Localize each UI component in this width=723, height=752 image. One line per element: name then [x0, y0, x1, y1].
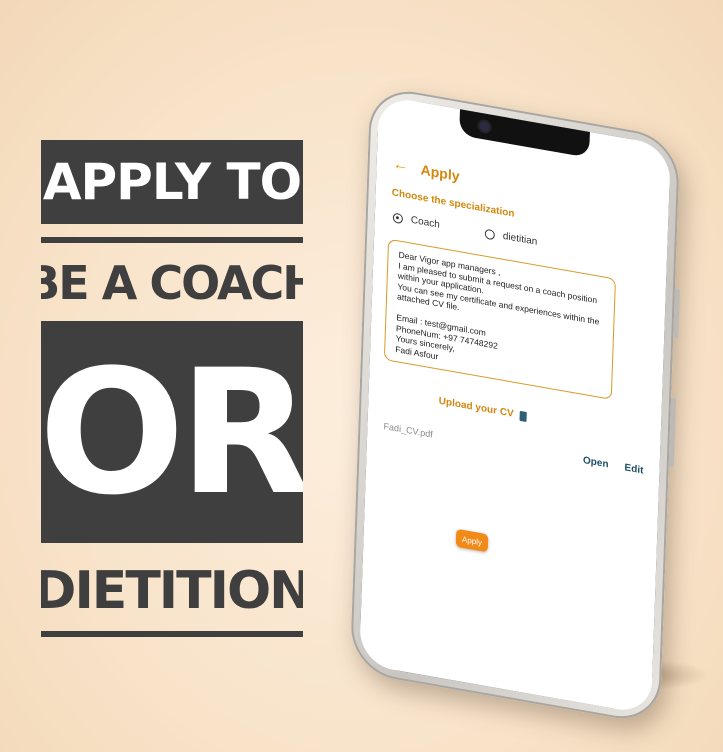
- apply-button[interactable]: Apply: [455, 528, 489, 553]
- phone-screen: ← Apply Choose the specialization Coach …: [359, 94, 671, 716]
- arrow-left-icon[interactable]: ←: [392, 155, 409, 176]
- radio-unselected-icon[interactable]: [484, 228, 496, 240]
- phone-frame: ← Apply Choose the specialization Coach …: [349, 84, 681, 726]
- headline-or: OR: [41, 321, 303, 543]
- open-file-button[interactable]: Open: [583, 455, 609, 470]
- headline-dietition: DIETITION: [41, 561, 303, 621]
- upload-cv-label: Upload your CV: [438, 395, 514, 420]
- attached-file-row: Fadi_CV.pdf Open Edit: [383, 420, 644, 477]
- divider-rule: [41, 631, 303, 637]
- upload-cv-button[interactable]: Upload your CV: [439, 396, 527, 422]
- radio-selected-icon[interactable]: [392, 212, 404, 224]
- headline-apply-to: APPLY TO: [41, 140, 303, 224]
- radio-option-dietitian[interactable]: dietitian: [484, 228, 538, 248]
- file-icon: [519, 410, 527, 422]
- request-letter-field[interactable]: Dear Vigor app managers , I am pleased t…: [383, 238, 616, 400]
- app-bar: ← Apply: [392, 155, 459, 185]
- radio-option-coach[interactable]: Coach: [392, 212, 440, 231]
- page-title: Apply: [420, 161, 460, 185]
- edit-file-button[interactable]: Edit: [624, 462, 643, 476]
- divider-rule: [41, 237, 303, 243]
- apply-screen: ← Apply Choose the specialization Coach …: [359, 95, 671, 715]
- file-actions: Open Edit: [583, 455, 644, 477]
- headline-be-a-coach: BE A COACH: [41, 256, 303, 310]
- phone-mockup: ← Apply Choose the specialization Coach …: [349, 84, 681, 726]
- file-name: Fadi_CV.pdf: [383, 420, 433, 440]
- radio-label-coach: Coach: [410, 214, 440, 231]
- radio-label-dietitian: dietitian: [502, 230, 538, 248]
